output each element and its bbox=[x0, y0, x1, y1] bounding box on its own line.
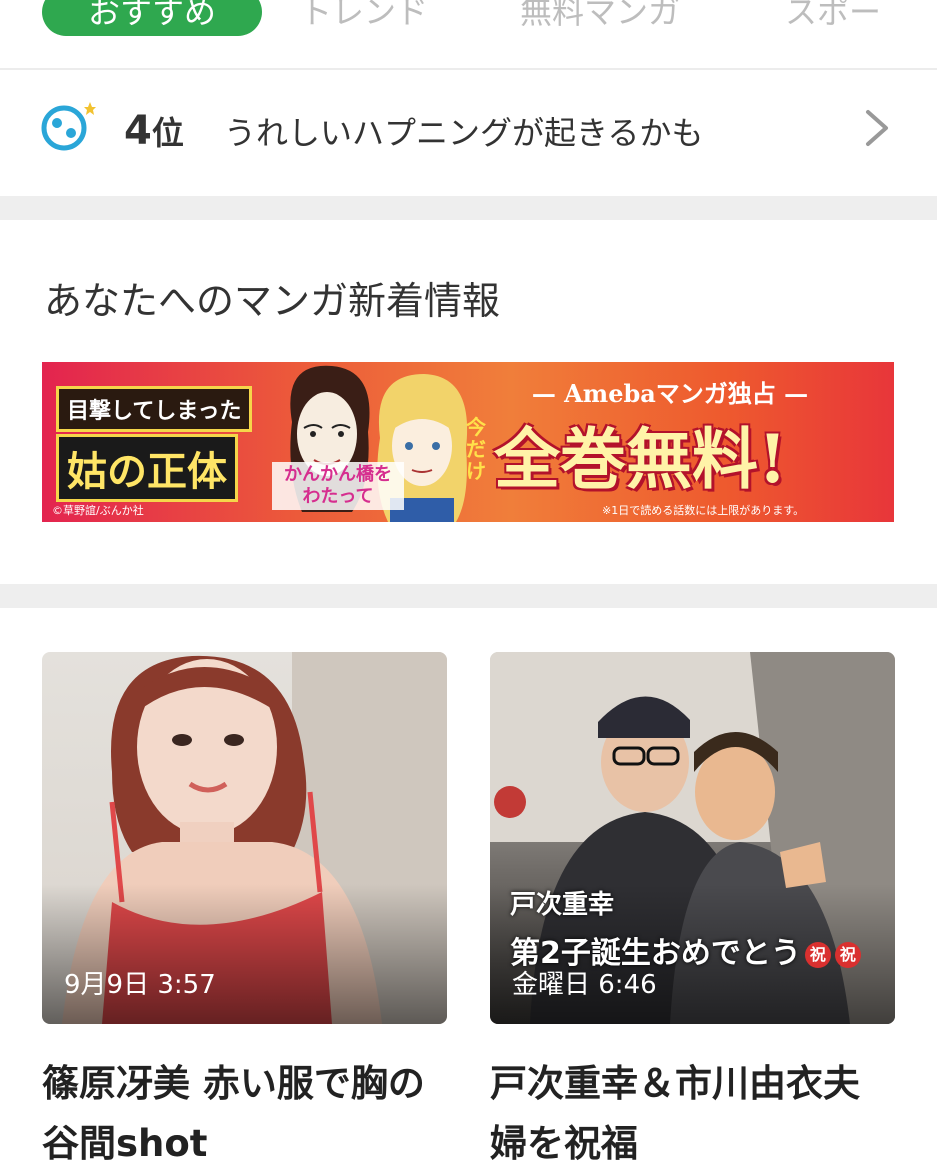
banner-line1: 目撃してしまった bbox=[56, 386, 253, 432]
manga-ad-banner[interactable]: 目撃してしまった 姑の正体 ©草野誼/ぶんか社 かんかん橋をわたって — Ame… bbox=[42, 362, 894, 522]
rank-unit: 位 bbox=[151, 114, 184, 152]
celebration-badge: 祝 bbox=[834, 941, 861, 968]
news-headline[interactable]: 戸次重幸＆市川由衣夫婦を祝福 bbox=[490, 1054, 895, 1174]
news-time: 9月9日 3:57 bbox=[64, 970, 216, 1000]
tab-free-manga[interactable]: 無料マンガ bbox=[520, 0, 680, 36]
banner-copyright: ©草野誼/ぶんか社 bbox=[52, 504, 144, 517]
tab-trend[interactable]: トレンド bbox=[300, 0, 428, 36]
celebration-badge: 祝 bbox=[804, 941, 831, 968]
banner-headline: 全巻無料! bbox=[494, 420, 787, 498]
horoscope-message: うれしいハプニングが起きるかも bbox=[224, 114, 704, 152]
horoscope-rank: 4位 bbox=[124, 108, 184, 154]
banner-note: ※1日で読める話数には上限があります。 bbox=[602, 504, 805, 517]
tab-recommended[interactable]: おすすめ bbox=[42, 0, 262, 36]
news-time: 金曜日 6:46 bbox=[512, 970, 657, 1000]
news-headline[interactable]: 篠原冴美 赤い服で胸の谷間shot bbox=[42, 1054, 447, 1174]
chevron-right-icon bbox=[866, 110, 888, 146]
tab-sports[interactable]: スポー bbox=[785, 0, 881, 36]
banner-limited: 今だけ bbox=[466, 415, 486, 483]
photo-caption-name: 戸次重幸 bbox=[510, 890, 615, 920]
news-card-image[interactable]: 戸次重幸 第2子誕生おめでとう祝祝 金曜日 6:46 bbox=[490, 652, 895, 1024]
card-gradient bbox=[42, 884, 447, 1024]
banner-line2: 姑の正体 bbox=[56, 434, 238, 502]
banner-manga-title: かんかん橋をわたって bbox=[272, 462, 404, 510]
section-title: あなたへのマンガ新着情報 bbox=[44, 279, 501, 323]
horoscope-row[interactable]: 4位 うれしいハプニングが起きるかも bbox=[0, 70, 937, 196]
section-gap bbox=[0, 196, 937, 220]
news-card-image[interactable]: 9月9日 3:57 bbox=[42, 652, 447, 1024]
rank-number: 4 bbox=[124, 108, 152, 154]
banner-tagline: — Amebaマンガ独占 — bbox=[531, 379, 809, 408]
section-gap bbox=[0, 584, 937, 608]
cancer-zodiac-icon bbox=[41, 102, 96, 151]
category-tab-bar: おすすめ トレンド 無料マンガ スポー bbox=[0, 0, 937, 68]
